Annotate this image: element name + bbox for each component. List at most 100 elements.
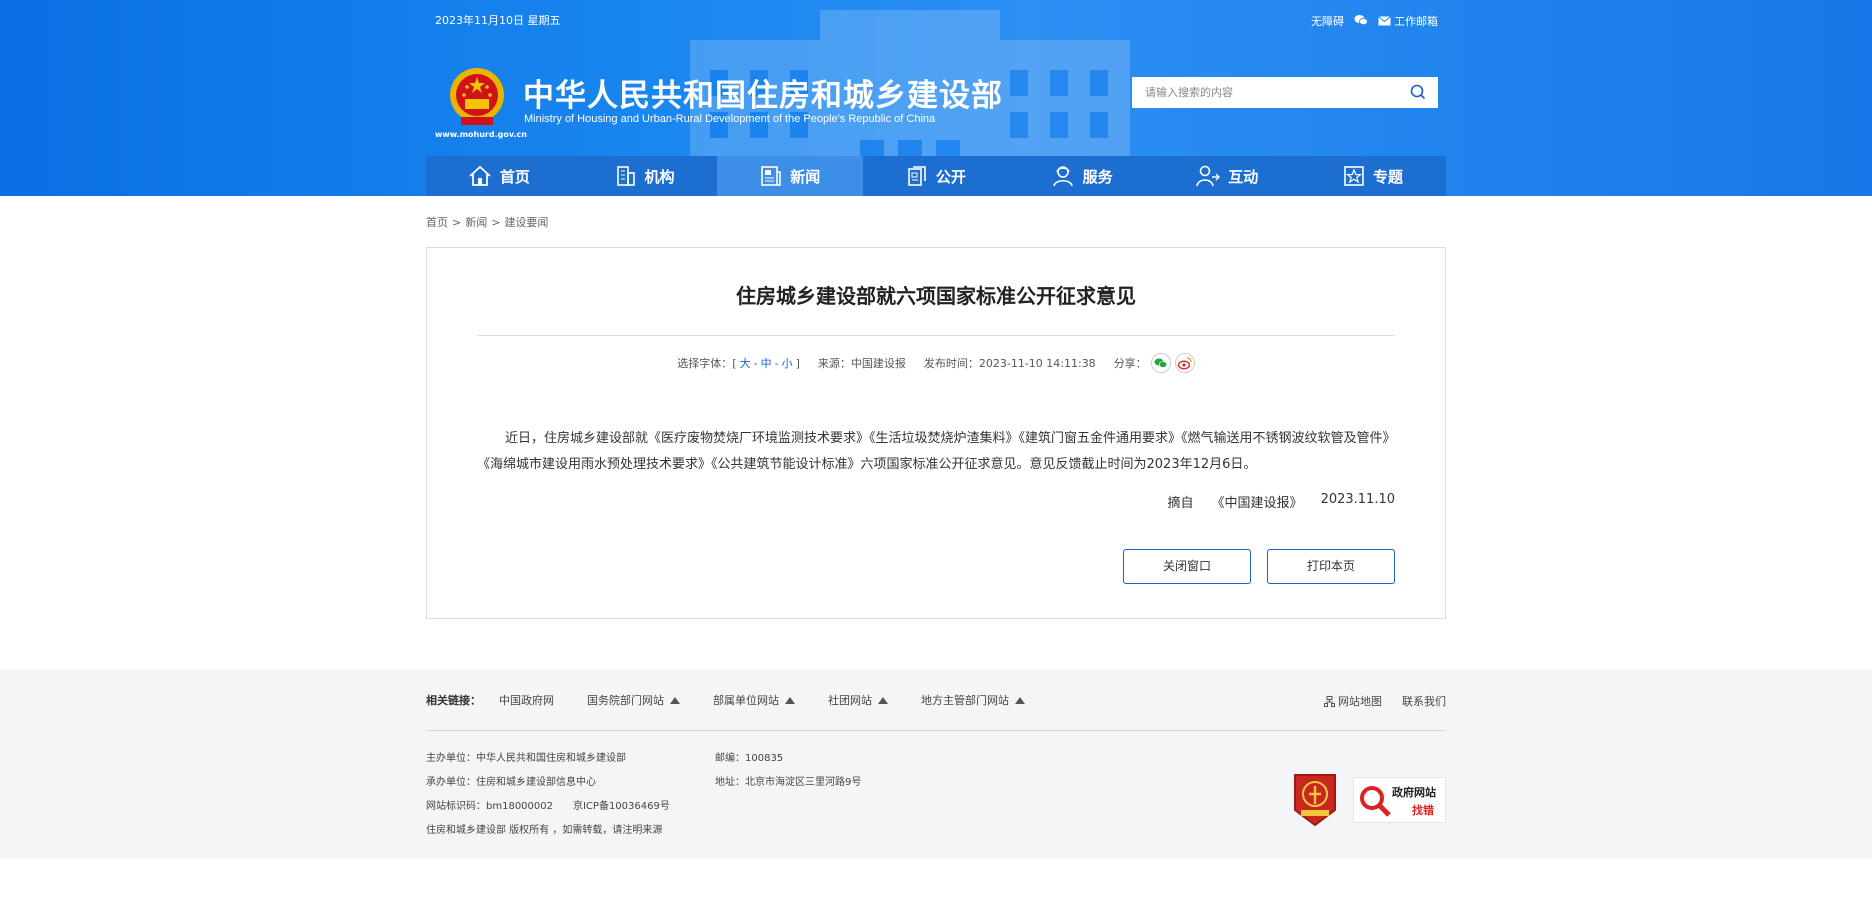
- article-meta: 选择字体： [ 大 - 中 - 小 ] 来源：中国建设报 发布时间：2023-1…: [427, 353, 1445, 373]
- home-icon: [469, 165, 491, 186]
- bracket: [: [732, 356, 737, 370]
- nav-item-news[interactable]: 新闻: [717, 156, 864, 196]
- link-associations[interactable]: 社团网站: [828, 692, 888, 708]
- related-links: 相关链接： 中国政府网 国务院部门网站 部属单位网站 社团网站 地方主管部门网站: [426, 692, 1058, 708]
- nav-item-interact[interactable]: 互动: [1154, 156, 1300, 196]
- main-nav: 首页 机构 新闻 公开 服务 互动 专题: [426, 156, 1446, 196]
- postcode-info: 邮编：100835: [715, 753, 784, 764]
- link-affiliated-units[interactable]: 部属单位网站: [713, 692, 795, 708]
- site-header: 2023年11月10日 星期五 无障碍 工作邮箱 www.mohurd.gov.…: [0, 0, 1872, 196]
- sponsor-info: 主办单位：中华人民共和国住房和城乡建设部: [426, 753, 626, 764]
- font-size-medium[interactable]: 中: [761, 355, 772, 371]
- magnifier-icon: [1360, 786, 1391, 817]
- wechat-share-icon[interactable]: [1150, 353, 1171, 373]
- wechat-icon[interactable]: [1354, 14, 1368, 29]
- top-links: 无障碍 工作邮箱: [1311, 13, 1438, 29]
- link-state-council-sites[interactable]: 国务院部门网站: [587, 692, 680, 708]
- article-body: 近日，住房城乡建设部就《医疗废物焚烧厂环境监测技术要求》《生活垃圾焚烧炉渣集料》…: [477, 431, 1390, 472]
- search-box: [1132, 77, 1438, 108]
- sitemap-label: 网站地图: [1338, 695, 1382, 708]
- site-title-english: Ministry of Housing and Urban-Rural Deve…: [524, 113, 936, 125]
- link-label: 社团网站: [828, 694, 872, 707]
- dropdown-arrow-icon: [670, 696, 680, 704]
- share-label: 分享：: [1113, 357, 1147, 370]
- badge-line1: 政府网站: [1392, 786, 1436, 799]
- breadcrumb-separator: >: [452, 216, 462, 229]
- link-label: 中国政府网: [499, 694, 554, 707]
- article-title: 住房城乡建设部就六项国家标准公开征求意见: [736, 284, 1136, 308]
- sitemap-link[interactable]: 网站地图: [1324, 693, 1382, 709]
- font-size-selector: 选择字体： [ 大 - 中 - 小 ]: [677, 355, 800, 371]
- dash: -: [774, 356, 779, 370]
- nav-label: 服务: [1082, 167, 1113, 186]
- copyright-info: 住房和城乡建设部 版权所有 ，如需转载，请注明来源: [426, 825, 663, 836]
- address-info: 地址：北京市海淀区三里河路9号: [715, 777, 862, 788]
- related-links-label: 相关链接：: [426, 694, 481, 707]
- title-divider: [477, 335, 1395, 336]
- link-label: 部属单位网站: [713, 694, 779, 707]
- interaction-icon: [1196, 165, 1221, 187]
- service-icon: [1052, 166, 1073, 187]
- dash: -: [753, 356, 758, 370]
- print-page-button[interactable]: 打印本页: [1267, 549, 1395, 584]
- nav-item-home[interactable]: 首页: [426, 156, 572, 196]
- footer-divider: [426, 730, 1446, 731]
- publish-time: 发布时间：2023-11-10 14:11:38: [923, 357, 1096, 370]
- badge-line2: 找错: [1412, 804, 1434, 817]
- article-panel: 住房城乡建设部就六项国家标准公开征求意见 选择字体： [ 大 - 中 - 小 ]…: [426, 247, 1446, 619]
- link-gov-portal[interactable]: 中国政府网: [499, 692, 554, 708]
- excerpt-source: 《中国建设报》: [1211, 496, 1303, 511]
- accessibility-link[interactable]: 无障碍: [1311, 13, 1344, 29]
- nav-item-org[interactable]: 机构: [572, 156, 718, 196]
- nav-label: 公开: [935, 167, 966, 186]
- breadcrumb-current[interactable]: 建设要闻: [504, 216, 548, 229]
- document-icon: [908, 166, 926, 186]
- nav-label: 专题: [1372, 167, 1403, 186]
- nav-item-public[interactable]: 公开: [863, 156, 1009, 196]
- nav-label: 机构: [644, 167, 675, 186]
- breadcrumb-separator: >: [491, 216, 501, 229]
- bracket: ]: [795, 356, 800, 370]
- nav-label: 首页: [499, 167, 530, 186]
- nav-item-topics[interactable]: 专题: [1300, 156, 1446, 196]
- dropdown-arrow-icon: [1015, 696, 1025, 704]
- article-excerpt-source: 摘自 《中国建设报》 2023.11.10: [1168, 492, 1395, 511]
- share-group: 分享：: [1114, 353, 1195, 373]
- excerpt-label: 摘自: [1167, 496, 1194, 511]
- font-size-large[interactable]: 大: [740, 355, 751, 371]
- font-size-label: 选择字体：: [677, 357, 733, 370]
- search-input[interactable]: [1132, 77, 1382, 108]
- contact-us-link[interactable]: 联系我们: [1402, 693, 1446, 709]
- excerpt-date: 2023.11.10: [1320, 492, 1395, 507]
- nav-label: 互动: [1228, 167, 1259, 186]
- site-id-info: 网站标识码：bm18000002 京ICP备10036469号: [426, 801, 670, 812]
- article-source: 来源：中国建设报: [817, 357, 906, 370]
- nav-label: 新闻: [790, 167, 821, 186]
- mail-icon: [1378, 16, 1391, 26]
- font-size-small[interactable]: 小: [782, 355, 793, 371]
- close-window-button[interactable]: 关闭窗口: [1123, 549, 1251, 584]
- footer-info-left: 主办单位：中华人民共和国住房和城乡建设部 承办单位：住房和城乡建设部信息中心 网…: [426, 747, 670, 843]
- news-icon: [761, 166, 782, 186]
- national-emblem-logo[interactable]: [447, 65, 507, 131]
- work-mail-link[interactable]: 工作邮箱: [1378, 13, 1438, 29]
- link-label: 地方主管部门网站: [921, 694, 1009, 707]
- organizer-info: 承办单位：住房和城乡建设部信息中心: [426, 777, 596, 788]
- breadcrumb-home[interactable]: 首页: [426, 216, 448, 229]
- nav-item-service[interactable]: 服务: [1009, 156, 1155, 196]
- building-icon: [616, 166, 635, 186]
- footer-info-right: 邮编：100835 地址：北京市海淀区三里河路9号: [715, 747, 861, 795]
- footer-utility-links: 网站地图 联系我们: [1324, 693, 1446, 709]
- weibo-share-icon[interactable]: [1174, 353, 1195, 373]
- star-icon: [1344, 166, 1364, 186]
- party-government-badge-icon[interactable]: [1292, 772, 1338, 827]
- link-local-authorities[interactable]: 地方主管部门网站: [921, 692, 1025, 708]
- gov-site-error-report-badge[interactable]: 政府网站 找错: [1353, 777, 1446, 823]
- breadcrumb: 首页 > 新闻 > 建设要闻: [426, 214, 548, 230]
- breadcrumb-news[interactable]: 新闻: [465, 216, 487, 229]
- search-icon[interactable]: [1410, 84, 1426, 100]
- link-label: 国务院部门网站: [587, 694, 664, 707]
- site-title[interactable]: 中华人民共和国住房和城乡建设部: [523, 70, 1003, 115]
- site-url: www.mohurd.gov.cn: [435, 130, 527, 139]
- current-date: 2023年11月10日 星期五: [435, 14, 561, 27]
